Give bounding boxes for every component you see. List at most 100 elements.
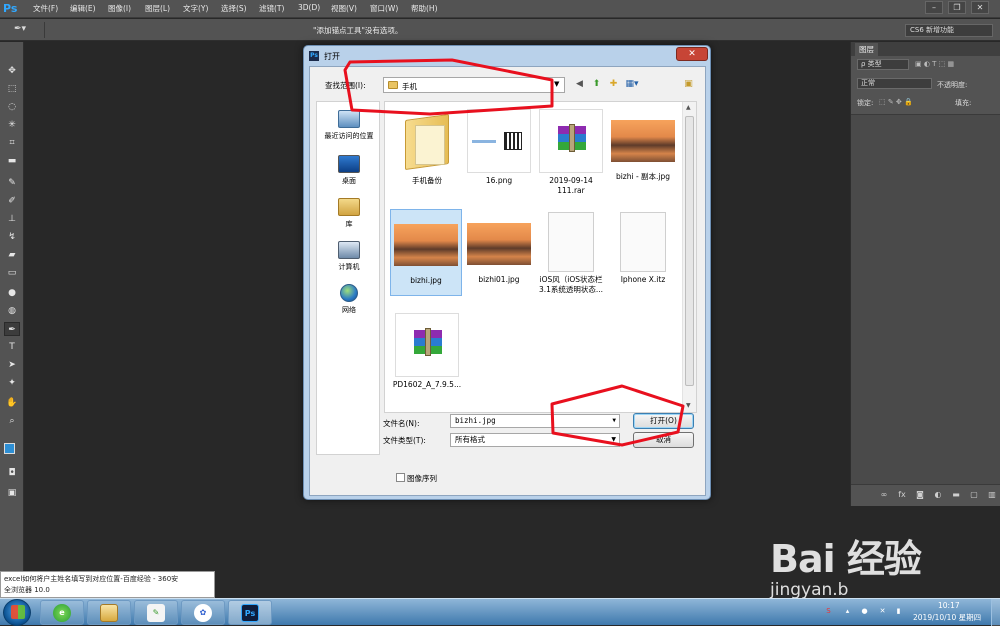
blur-tool-icon[interactable]: ● bbox=[4, 286, 20, 300]
healing-brush-tool-icon[interactable]: ✎ bbox=[4, 176, 20, 190]
lasso-tool-icon[interactable]: ◌ bbox=[4, 100, 20, 114]
qq-icon[interactable]: ● bbox=[860, 607, 869, 616]
quick-select-tool-icon[interactable]: ✳ bbox=[4, 118, 20, 132]
hand-tool-icon[interactable]: ✋ bbox=[4, 396, 20, 410]
eyedropper-tool-icon[interactable]: ▬ bbox=[4, 154, 20, 168]
file-item[interactable]: bizhi - 副本.jpg bbox=[607, 106, 679, 182]
scrollbar-thumb[interactable] bbox=[685, 116, 694, 386]
foreground-color-swatch[interactable] bbox=[4, 443, 15, 454]
brush-tool-icon[interactable]: ✐ bbox=[4, 194, 20, 208]
sogou-icon[interactable]: S bbox=[824, 607, 833, 616]
history-brush-tool-icon[interactable]: ↯ bbox=[4, 230, 20, 244]
dialog-titlebar[interactable]: Ps 打开 ✕ bbox=[304, 46, 710, 66]
file-name: 手机备份 bbox=[412, 176, 442, 185]
file-list-scrollbar[interactable]: ▲ ▼ bbox=[682, 102, 696, 412]
link-layers-icon[interactable]: ∞ bbox=[879, 490, 889, 500]
network-signal-icon[interactable]: ▮ bbox=[894, 607, 903, 616]
close-icon[interactable]: ✕ bbox=[971, 1, 989, 14]
taskbar-app-photoshop[interactable]: Ps bbox=[228, 600, 272, 625]
place-recent[interactable]: 最近访问的位置 bbox=[317, 110, 381, 141]
taskbar-app-explorer[interactable] bbox=[87, 600, 131, 625]
show-desktop-button[interactable] bbox=[991, 599, 1000, 626]
image-sequence-checkbox[interactable] bbox=[396, 473, 405, 482]
type-tool-icon[interactable]: T bbox=[4, 340, 20, 354]
menu-select[interactable]: 选择(S) bbox=[221, 3, 247, 14]
view-menu-icon[interactable]: ▦▾ bbox=[623, 78, 641, 91]
menu-edit[interactable]: 编辑(E) bbox=[70, 3, 96, 14]
delete-layer-icon[interactable]: ▥ bbox=[987, 490, 997, 500]
start-button[interactable] bbox=[3, 599, 31, 626]
add-anchor-point-tool-icon[interactable]: ✒▾ bbox=[14, 24, 36, 36]
eraser-tool-icon[interactable]: ▰ bbox=[4, 248, 20, 262]
open-button[interactable]: 打开(O) bbox=[633, 413, 694, 429]
layer-style-icon[interactable]: fx bbox=[897, 490, 907, 500]
file-item[interactable]: 2019-09-14 111.rar bbox=[535, 106, 607, 196]
pen-tool-icon[interactable]: ✒ bbox=[4, 322, 20, 336]
scroll-up-icon[interactable]: ▲ bbox=[686, 104, 691, 111]
quick-mask-icon[interactable]: ◘ bbox=[4, 466, 20, 480]
workspace-selector[interactable]: CS6 新增功能 bbox=[905, 24, 993, 37]
menu-type[interactable]: 文字(Y) bbox=[183, 3, 208, 14]
crop-tool-icon[interactable]: ⌗ bbox=[4, 136, 20, 150]
menu-window[interactable]: 窗口(W) bbox=[370, 3, 398, 14]
restore-icon[interactable]: ❐ bbox=[948, 1, 966, 14]
new-layer-icon[interactable]: ▢ bbox=[969, 490, 979, 500]
gradient-tool-icon[interactable]: ▭ bbox=[4, 266, 20, 280]
dialog-close-button[interactable]: ✕ bbox=[676, 47, 708, 61]
taskbar-app-editor[interactable]: ✎ bbox=[134, 600, 178, 625]
menu-filter[interactable]: 滤镜(T) bbox=[259, 3, 284, 14]
filetype-select[interactable]: 所有格式 ▼ bbox=[450, 433, 620, 447]
layer-kind-filter[interactable]: ρ 类型 bbox=[857, 59, 909, 70]
shape-tool-icon[interactable]: ✦ bbox=[4, 376, 20, 390]
filename-input[interactable]: bizhi.jpg ▼ bbox=[450, 414, 620, 428]
place-network[interactable]: 网络 bbox=[317, 284, 381, 315]
menu-image[interactable]: 图像(I) bbox=[108, 3, 131, 14]
minimize-icon[interactable]: – bbox=[925, 1, 943, 14]
new-group-icon[interactable]: ▬ bbox=[951, 490, 961, 500]
menu-layer[interactable]: 图层(L) bbox=[145, 3, 170, 14]
lock-icons[interactable]: ⬚ ✎ ✥ 🔒 bbox=[879, 98, 937, 108]
clock-time[interactable]: 10:17 bbox=[938, 601, 960, 610]
file-item[interactable]: bizhi01.jpg bbox=[463, 209, 535, 285]
file-item[interactable]: PD1602_A_7.9.5... bbox=[391, 310, 463, 390]
file-item-selected[interactable]: bizhi.jpg bbox=[390, 209, 462, 296]
file-item[interactable]: 16.png bbox=[463, 106, 535, 186]
clock-date[interactable]: 2019/10/10 星期四 bbox=[913, 612, 981, 623]
chevron-down-icon[interactable]: ▼ bbox=[612, 415, 616, 427]
marquee-tool-icon[interactable]: ⬚ bbox=[4, 82, 20, 96]
tray-up-icon[interactable]: ▴ bbox=[843, 607, 852, 616]
place-desktop[interactable]: 桌面 bbox=[317, 155, 381, 186]
file-item[interactable]: 手机备份 bbox=[391, 106, 463, 186]
menu-view[interactable]: 视图(V) bbox=[331, 3, 357, 14]
taskbar-app-baidu[interactable]: ✿ bbox=[181, 600, 225, 625]
blend-mode-select[interactable]: 正常 bbox=[857, 78, 932, 89]
back-icon[interactable]: ◀ bbox=[573, 78, 586, 91]
place-libraries[interactable]: 库 bbox=[317, 198, 381, 229]
zoom-tool-icon[interactable]: ⌕ bbox=[4, 414, 20, 428]
lock-label: 锁定: bbox=[857, 99, 874, 107]
dodge-tool-icon[interactable]: ◍ bbox=[4, 304, 20, 318]
path-selection-tool-icon[interactable]: ➤ bbox=[4, 358, 20, 372]
volume-icon[interactable]: ✕ bbox=[878, 607, 887, 616]
file-item[interactable]: Iphone X.itz bbox=[607, 209, 679, 285]
scroll-down-icon[interactable]: ▼ bbox=[686, 402, 691, 409]
file-item[interactable]: iOS风（iOS状态栏 3.1系统透明状态... bbox=[535, 209, 607, 295]
menu-file[interactable]: 文件(F) bbox=[33, 3, 58, 14]
taskbar-app-browser[interactable]: e bbox=[40, 600, 84, 625]
menu-3d[interactable]: 3D(D) bbox=[298, 3, 320, 12]
cancel-button[interactable]: 取消 bbox=[633, 432, 694, 448]
up-folder-icon[interactable]: ⬆ bbox=[590, 78, 603, 91]
clone-stamp-tool-icon[interactable]: ⊥ bbox=[4, 212, 20, 226]
tab-layers[interactable]: 图层 bbox=[855, 43, 878, 56]
move-tool-icon[interactable]: ✥ bbox=[4, 64, 20, 78]
filter-icons[interactable]: ▣ ◐ T ⬚ ▦ bbox=[915, 60, 995, 70]
screen-mode-icon[interactable]: ▣ bbox=[4, 486, 20, 500]
place-computer[interactable]: 计算机 bbox=[317, 241, 381, 272]
layer-mask-icon[interactable]: ◙ bbox=[915, 490, 925, 500]
adjustment-layer-icon[interactable]: ◐ bbox=[933, 490, 943, 500]
new-folder-icon[interactable]: ✚ bbox=[607, 78, 620, 91]
chevron-down-icon[interactable]: ▼ bbox=[611, 434, 616, 446]
menu-help[interactable]: 帮助(H) bbox=[411, 3, 438, 14]
look-in-select[interactable]: 手机 ▼ bbox=[383, 77, 565, 93]
open-dialog-extra-icon[interactable]: ▣ bbox=[682, 78, 695, 91]
